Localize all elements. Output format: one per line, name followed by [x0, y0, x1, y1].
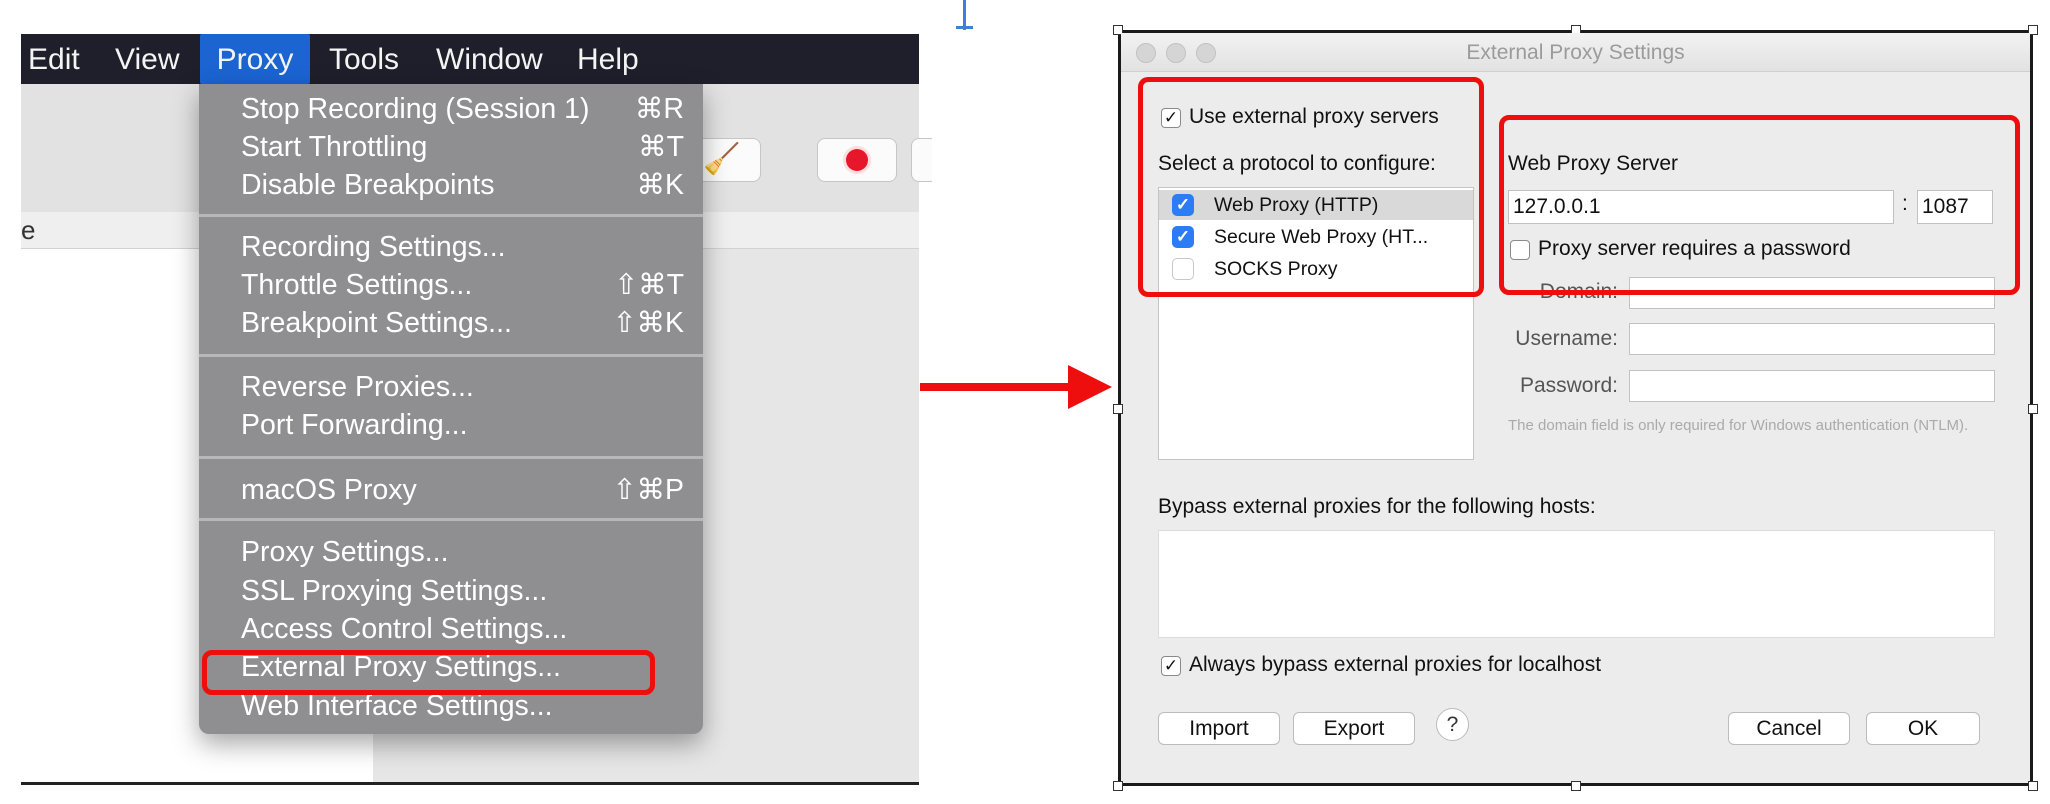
menu-item-recording-settings[interactable]: Recording Settings... [241, 228, 684, 266]
menu-item-label: SSL Proxying Settings... [241, 575, 548, 607]
menu-item-label: Disable Breakpoints [241, 169, 495, 201]
always-bypass-checkbox[interactable]: ✓ [1161, 656, 1181, 676]
ok-button[interactable]: OK [1866, 712, 1980, 745]
toolbar-button-partial[interactable] [911, 138, 932, 182]
menu-item-label: Throttle Settings... [241, 269, 473, 301]
bypass-hosts-textarea[interactable] [1158, 530, 1995, 638]
domain-hint: The domain field is only required for Wi… [1508, 417, 1969, 434]
username-label: Username: [1515, 327, 1618, 350]
record-icon [846, 149, 868, 171]
help-button[interactable]: ? [1436, 708, 1469, 741]
selection-handle [2028, 404, 2038, 414]
menu-item-reverse-proxies[interactable]: Reverse Proxies... [241, 368, 684, 406]
menu-item-label: Recording Settings... [241, 231, 506, 263]
menu-item-macos-proxy[interactable]: macOS Proxy ⇧⌘P [241, 471, 684, 509]
menu-item-label: Start Throttling [241, 131, 428, 163]
menu-item-shortcut: ⌘K [636, 169, 684, 201]
menu-item-shortcut: ⇧⌘K [612, 307, 684, 339]
menu-edit[interactable]: Edit [28, 34, 80, 84]
selection-handle [2028, 781, 2038, 791]
selection-handle [1113, 404, 1123, 414]
annotation-arrow-head [1068, 365, 1112, 409]
menu-item-ssl-proxying-settings[interactable]: SSL Proxying Settings... [241, 572, 684, 610]
highlight-box-menu-item [202, 650, 655, 695]
record-button[interactable] [817, 138, 897, 182]
menu-separator [199, 456, 703, 459]
bypass-label: Bypass external proxies for the followin… [1158, 495, 1596, 518]
menu-item-stop-recording[interactable]: Stop Recording (Session 1) ⌘R [241, 90, 684, 128]
menu-bar: Edit View Proxy Tools Window Help [21, 34, 919, 84]
selection-handle [1113, 781, 1123, 791]
menu-item-access-control-settings[interactable]: Access Control Settings... [241, 610, 684, 648]
menu-separator [199, 518, 703, 521]
menu-item-shortcut: ⇧⌘T [614, 269, 684, 301]
menu-item-start-throttling[interactable]: Start Throttling ⌘T [241, 128, 684, 166]
cancel-button[interactable]: Cancel [1728, 712, 1850, 745]
menu-item-shortcut: ⌘T [638, 131, 684, 163]
menu-view[interactable]: View [115, 34, 179, 84]
menu-item-breakpoint-settings[interactable]: Breakpoint Settings... ⇧⌘K [241, 304, 684, 342]
menu-tools[interactable]: Tools [329, 34, 399, 84]
always-bypass-label: Always bypass external proxies for local… [1189, 653, 1602, 676]
annotation-arrow-shaft [920, 383, 1072, 391]
menu-item-shortcut: ⇧⌘P [612, 474, 684, 506]
menu-window[interactable]: Window [436, 34, 543, 84]
menu-separator [199, 354, 703, 357]
export-button[interactable]: Export [1293, 712, 1415, 745]
menu-item-throttle-settings[interactable]: Throttle Settings... ⇧⌘T [241, 266, 684, 304]
menu-item-shortcut: ⌘R [634, 93, 684, 125]
password-label: Password: [1519, 374, 1618, 397]
menu-item-label: Access Control Settings... [241, 613, 568, 645]
dialog-title: External Proxy Settings [1466, 41, 1685, 64]
menu-item-port-forwarding[interactable]: Port Forwarding... [241, 406, 684, 444]
highlight-box-server-settings [1499, 115, 2020, 295]
menu-help[interactable]: Help [577, 34, 639, 84]
menu-item-label: Stop Recording (Session 1) [241, 93, 590, 125]
highlight-box-protocols [1138, 77, 1484, 297]
import-button[interactable]: Import [1158, 712, 1280, 745]
menu-item-disable-breakpoints[interactable]: Disable Breakpoints ⌘K [241, 166, 684, 204]
menu-item-label: macOS Proxy [241, 474, 417, 506]
text-cursor-mark-foot [956, 26, 973, 29]
password-field[interactable] [1629, 370, 1995, 402]
column-header-label: e [21, 215, 36, 245]
window-bottom-edge [21, 782, 919, 785]
menu-item-label: Proxy Settings... [241, 536, 449, 568]
menu-item-label: Reverse Proxies... [241, 371, 474, 403]
selection-handle [1571, 781, 1581, 791]
username-field[interactable] [1629, 323, 1995, 355]
menu-item-label: Breakpoint Settings... [241, 307, 512, 339]
menu-proxy[interactable]: Proxy [200, 34, 310, 84]
menu-separator [199, 214, 703, 217]
menu-item-proxy-settings[interactable]: Proxy Settings... [241, 533, 684, 571]
menu-item-label: Port Forwarding... [241, 409, 468, 441]
